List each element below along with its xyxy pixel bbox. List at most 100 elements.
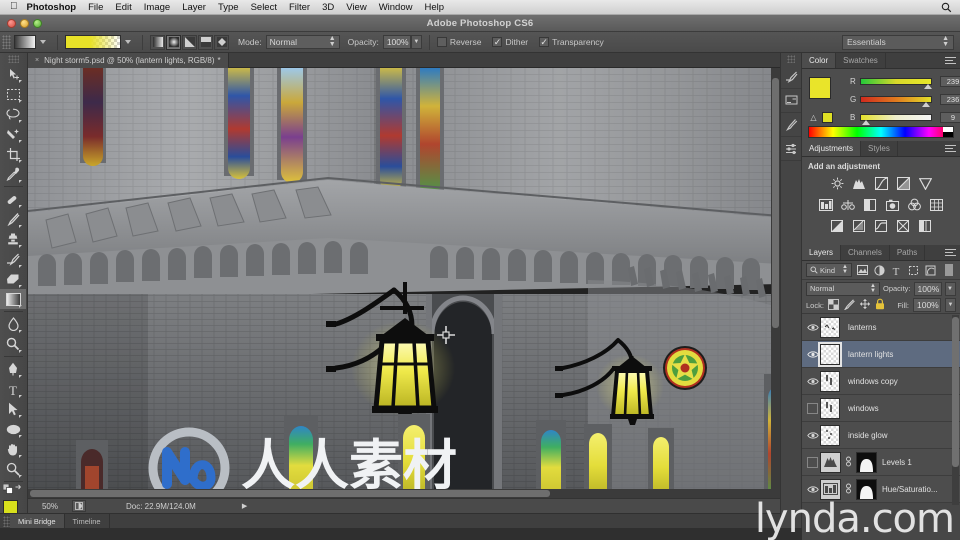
menu-filter[interactable]: Filter [289, 2, 310, 13]
layer-visibility-toggle[interactable] [805, 341, 820, 368]
dodge-tool[interactable] [0, 334, 26, 354]
tool-flyout-icon[interactable] [19, 80, 25, 83]
layer-visibility-toggle[interactable] [805, 314, 820, 341]
selective-color-icon[interactable] [918, 218, 933, 233]
adjustments-panel-icon[interactable] [781, 137, 801, 161]
reverse-checkbox[interactable] [436, 37, 447, 47]
layer-thumbnail[interactable] [820, 424, 840, 446]
layer-visibility-toggle[interactable] [805, 422, 820, 449]
scrollbar-thumb[interactable] [30, 490, 550, 497]
tab-mini-bridge[interactable]: Mini Bridge [10, 513, 65, 529]
out-of-gamut-warning-icon[interactable]: △ [808, 112, 819, 123]
layer-adjustment-thumbnail[interactable] [820, 451, 841, 473]
layer-thumbnail[interactable] [820, 370, 840, 392]
canvas-horizontal-scrollbar[interactable] [28, 489, 780, 498]
layer-name[interactable]: windows [848, 404, 879, 413]
hand-tool[interactable] [0, 439, 26, 459]
tab-adjustments[interactable]: Adjustments [802, 141, 862, 156]
quick-selection-tool[interactable] [0, 124, 26, 144]
tool-flyout-icon[interactable] [19, 245, 25, 248]
layer-name[interactable]: lantern lights [848, 350, 893, 359]
smartobject-filter-icon[interactable] [923, 263, 937, 277]
layer-visibility-toggle[interactable] [805, 449, 820, 476]
tab-paths[interactable]: Paths [890, 245, 926, 260]
tab-channels[interactable]: Channels [841, 245, 890, 260]
gradient-tool[interactable] [0, 289, 26, 309]
slider-knob[interactable] [922, 102, 930, 107]
layers-scrollbar[interactable] [952, 315, 959, 505]
scrollbar-thumb[interactable] [952, 317, 959, 467]
dock-grip[interactable] [787, 55, 795, 63]
diamond-gradient-button[interactable] [214, 34, 229, 50]
rectangular-marquee-tool[interactable] [0, 84, 26, 104]
color-panel-swatches[interactable] [809, 77, 843, 107]
vibrance-icon[interactable] [918, 176, 933, 191]
invert-icon[interactable] [830, 218, 845, 233]
tab-swatches[interactable]: Swatches [836, 53, 886, 68]
color-spectrum-ramp[interactable] [808, 126, 954, 138]
brush-presets-panel-icon[interactable] [781, 113, 801, 137]
blue-slider[interactable] [860, 114, 932, 125]
layer-mask-link-icon[interactable] [844, 482, 853, 497]
layer-row-levels-1[interactable]: Levels 1 [802, 449, 960, 476]
lock-transparent-pixels-icon[interactable] [827, 298, 839, 312]
swap-colors-icon[interactable] [14, 481, 24, 499]
close-icon[interactable]: × [35, 57, 39, 64]
layer-opacity-input[interactable]: 100% [913, 281, 942, 296]
layer-opacity-chevron-icon[interactable]: ▼ [944, 281, 956, 296]
panel-menu-icon[interactable] [945, 57, 956, 65]
levels-icon[interactable] [852, 176, 867, 191]
ellipse-shape-tool[interactable] [0, 419, 26, 439]
menu-help[interactable]: Help [424, 2, 444, 13]
search-icon[interactable] [941, 2, 952, 16]
layer-mask-link-icon[interactable] [844, 455, 853, 470]
type-filter-icon[interactable]: T [889, 263, 903, 277]
spot-healing-brush-tool[interactable] [0, 189, 26, 209]
layer-name[interactable]: windows copy [848, 377, 898, 386]
tool-flyout-icon[interactable] [19, 350, 25, 353]
tool-flyout-icon[interactable] [19, 475, 25, 478]
menu-file[interactable]: File [88, 2, 103, 13]
linear-gradient-button[interactable] [150, 34, 165, 50]
lock-position-icon[interactable] [859, 298, 871, 312]
layer-name[interactable]: inside glow [848, 431, 888, 440]
red-value[interactable]: 239 [940, 76, 960, 87]
layer-thumbnail[interactable] [820, 397, 840, 419]
pixel-filter-icon[interactable] [855, 263, 869, 277]
tool-flyout-icon[interactable] [19, 140, 25, 143]
canvas-vertical-scrollbar[interactable] [771, 68, 780, 498]
layer-name[interactable]: lanterns [848, 323, 876, 332]
gradient-tool-preset[interactable] [14, 35, 50, 49]
panel-menu-icon[interactable] [945, 145, 956, 153]
zoom-tool[interactable] [0, 459, 26, 479]
shape-filter-icon[interactable] [906, 263, 920, 277]
tab-color[interactable]: Color [802, 53, 837, 68]
pen-tool[interactable] [0, 359, 26, 379]
layer-mask-thumbnail[interactable] [856, 451, 877, 473]
eraser-tool[interactable] [0, 269, 26, 289]
angle-gradient-button[interactable] [182, 34, 197, 50]
channel-mixer-icon[interactable] [907, 197, 922, 212]
menu-select[interactable]: Select [251, 2, 277, 13]
slider-knob[interactable] [924, 84, 932, 89]
zoom-level[interactable]: 50% [28, 502, 72, 511]
tool-flyout-icon[interactable] [19, 205, 25, 208]
properties-panel-icon[interactable] [781, 89, 801, 113]
blend-mode-select[interactable]: Normal ▲ ▼ [265, 35, 340, 49]
tool-flyout-icon[interactable] [19, 455, 25, 458]
image-canvas[interactable] [28, 68, 780, 498]
history-brush-tool[interactable] [0, 249, 26, 269]
proof-colors-button[interactable] [72, 500, 86, 512]
tools-panel-grip[interactable] [8, 55, 19, 63]
tool-flyout-icon[interactable] [19, 415, 25, 418]
filter-toggle-icon[interactable] [942, 263, 956, 277]
move-tool[interactable] [0, 64, 26, 84]
panel-menu-icon[interactable] [945, 249, 956, 257]
tool-flyout-icon[interactable] [19, 395, 25, 398]
menu-photoshop[interactable]: Photoshop [27, 2, 77, 13]
layer-name[interactable]: Hue/Saturatio... [882, 485, 938, 494]
reverse-checkbox-group[interactable]: Reverse [436, 37, 481, 47]
blue-value[interactable]: 9 [940, 112, 960, 123]
lasso-tool[interactable] [0, 104, 26, 124]
gamut-proof-swatch[interactable] [822, 112, 833, 123]
